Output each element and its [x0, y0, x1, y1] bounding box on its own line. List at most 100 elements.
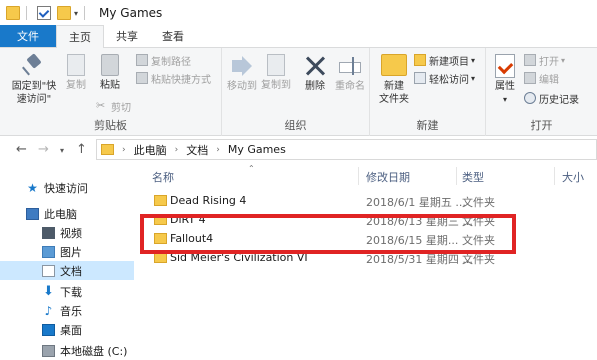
new-folder-button[interactable]: 新建 文件夹 — [376, 54, 412, 106]
open-button[interactable]: 打开 ▾ — [524, 52, 565, 68]
column-header-name[interactable]: 名称 — [152, 169, 174, 185]
column-divider[interactable] — [554, 167, 555, 185]
nav-item-label: 图片 — [60, 245, 82, 259]
chevron-down-icon[interactable]: ▾ — [74, 9, 78, 18]
history-label: 历史记录 — [539, 94, 579, 106]
nav-item-videos[interactable]: 视频 — [0, 223, 134, 242]
tab-home[interactable]: 主页 — [56, 25, 104, 48]
rename-icon — [338, 54, 362, 78]
nav-item-downloads[interactable]: ⬇ 下载 — [0, 282, 134, 301]
nav-item-label: 音乐 — [60, 304, 82, 318]
pin-label-line2: 速访问" — [16, 94, 52, 105]
nav-item-label: 视频 — [60, 226, 82, 240]
column-header-size[interactable]: 大小 — [562, 169, 584, 185]
column-divider[interactable] — [456, 167, 457, 185]
paste-label: 粘贴 — [100, 80, 120, 91]
video-icon — [42, 226, 55, 239]
move-to-label: 移动到 — [227, 81, 257, 92]
recent-locations-chevron-icon[interactable]: ▾ — [60, 146, 64, 155]
breadcrumb-documents[interactable]: 文档 — [186, 142, 208, 158]
new-item-label: 新建项目 — [429, 56, 469, 68]
copy-to-label: 复制到 — [261, 80, 291, 91]
organize-group: 移动到 复制到 删除 重命名 组织 — [222, 48, 370, 136]
new-folder-quick-icon[interactable] — [57, 6, 71, 20]
paste-shortcut-icon — [136, 72, 148, 84]
history-button[interactable]: 历史记录 — [524, 90, 579, 106]
file-name: Dead Rising 4 — [170, 194, 247, 207]
edit-icon — [524, 72, 536, 84]
new-folder-label-line1: 新建 — [384, 81, 404, 92]
file-date: 2018/6/1 星期五 ... — [366, 196, 466, 209]
sort-ascending-icon: ⌃ — [248, 164, 255, 173]
nav-item-this-pc[interactable]: 此电脑 — [0, 204, 134, 223]
copy-button[interactable]: 复制 — [62, 54, 90, 92]
address-bar[interactable]: › 此电脑 › 文档 › My Games — [96, 139, 597, 160]
ribbon: 固定到"快 速访问" 复制 粘贴 复制路径 粘贴快捷方式 ✂ 剪切 剪贴板 移动… — [0, 48, 597, 136]
pin-to-quick-access-button[interactable]: 固定到"快 速访问" — [10, 54, 58, 106]
clipboard-group-label: 剪贴板 — [94, 119, 127, 132]
nav-item-desktop[interactable]: 桌面 — [0, 320, 134, 339]
ribbon-tabs: 文件 主页 共享 查看 — [0, 25, 597, 48]
paste-shortcut-button[interactable]: 粘贴快捷方式 — [136, 70, 211, 86]
breadcrumb-my-games[interactable]: My Games — [228, 143, 286, 156]
nav-item-label: 桌面 — [60, 323, 82, 337]
copy-label: 复制 — [66, 80, 86, 91]
forward-arrow-icon[interactable]: → — [38, 142, 49, 157]
open-icon — [524, 54, 536, 66]
chevron-right-icon[interactable]: › — [216, 145, 220, 155]
column-header-type[interactable]: 类型 — [462, 169, 484, 185]
back-arrow-icon[interactable]: ← — [16, 142, 27, 157]
open-group-label: 打开 — [530, 119, 553, 132]
nav-item-quick-access[interactable]: ★ 快速访问 — [0, 178, 134, 197]
pictures-icon — [42, 245, 55, 258]
tab-view[interactable]: 查看 — [150, 25, 196, 47]
title-bar: ▾ My Games — [0, 0, 597, 26]
properties-button[interactable]: 属性 ▾ — [490, 54, 520, 106]
delete-icon — [303, 54, 327, 78]
move-to-button[interactable]: 移动到 — [226, 54, 258, 93]
column-divider[interactable] — [358, 167, 359, 185]
tab-share[interactable]: 共享 — [104, 25, 150, 47]
chevron-right-icon[interactable]: › — [175, 145, 179, 155]
move-to-icon — [230, 54, 254, 78]
pin-label-line1: 固定到"快 — [11, 81, 57, 92]
nav-item-music[interactable]: ♪ 音乐 — [0, 301, 134, 320]
copy-path-button[interactable]: 复制路径 — [136, 52, 191, 68]
up-arrow-icon[interactable]: ↑ — [76, 142, 87, 157]
nav-item-label: 快速访问 — [44, 181, 88, 195]
table-row[interactable]: Dead Rising 4 2018/6/1 星期五 ... 文件夹 — [152, 191, 572, 210]
pin-icon — [22, 54, 46, 78]
divider — [26, 6, 27, 20]
nav-item-label: 下载 — [60, 285, 82, 299]
edit-button[interactable]: 编辑 — [524, 70, 559, 86]
nav-item-label: 此电脑 — [44, 207, 77, 221]
file-list: ⌃ 名称 修改日期 类型 大小 Dead Rising 4 2018/6/1 星… — [134, 164, 597, 360]
properties-label: 属性 — [495, 81, 515, 92]
nav-item-documents[interactable]: 文档 — [0, 261, 134, 280]
rename-button[interactable]: 重命名 — [334, 54, 366, 93]
cut-button[interactable]: ✂ 剪切 — [96, 98, 131, 114]
new-item-button[interactable]: 新建项目 ▾ — [414, 52, 475, 68]
nav-item-local-disk-c[interactable]: 本地磁盘 (C:) — [0, 341, 134, 360]
paste-button[interactable]: 粘贴 — [96, 54, 124, 92]
delete-button[interactable]: 删除 — [300, 54, 330, 93]
divider — [84, 6, 86, 20]
window-title: My Games — [99, 6, 163, 20]
chevron-down-icon: ▾ — [471, 73, 476, 83]
open-label: 打开 — [539, 56, 559, 68]
properties-icon — [495, 54, 515, 78]
address-row: ← → ▾ ↑ › 此电脑 › 文档 › My Games — [0, 137, 597, 163]
copy-path-label: 复制路径 — [151, 56, 191, 68]
breadcrumb-this-pc[interactable]: 此电脑 — [134, 142, 167, 158]
tab-file[interactable]: 文件 — [0, 25, 56, 47]
star-icon: ★ — [27, 180, 38, 195]
column-header-date-modified[interactable]: 修改日期 — [366, 169, 410, 185]
document-icon — [42, 264, 55, 277]
easy-access-button[interactable]: 轻松访问 ▾ — [414, 70, 475, 86]
chevron-right-icon[interactable]: › — [122, 145, 126, 155]
nav-item-pictures[interactable]: 图片 — [0, 242, 134, 261]
scissors-icon: ✂ — [96, 99, 106, 112]
properties-quick-icon[interactable] — [37, 6, 51, 20]
copy-to-button[interactable]: 复制到 — [260, 54, 292, 92]
navigation-pane: ★ 快速访问 此电脑 视频 图片 文档 ⬇ 下载 ♪ 音乐 桌面 本地磁盘 (C… — [0, 164, 134, 360]
